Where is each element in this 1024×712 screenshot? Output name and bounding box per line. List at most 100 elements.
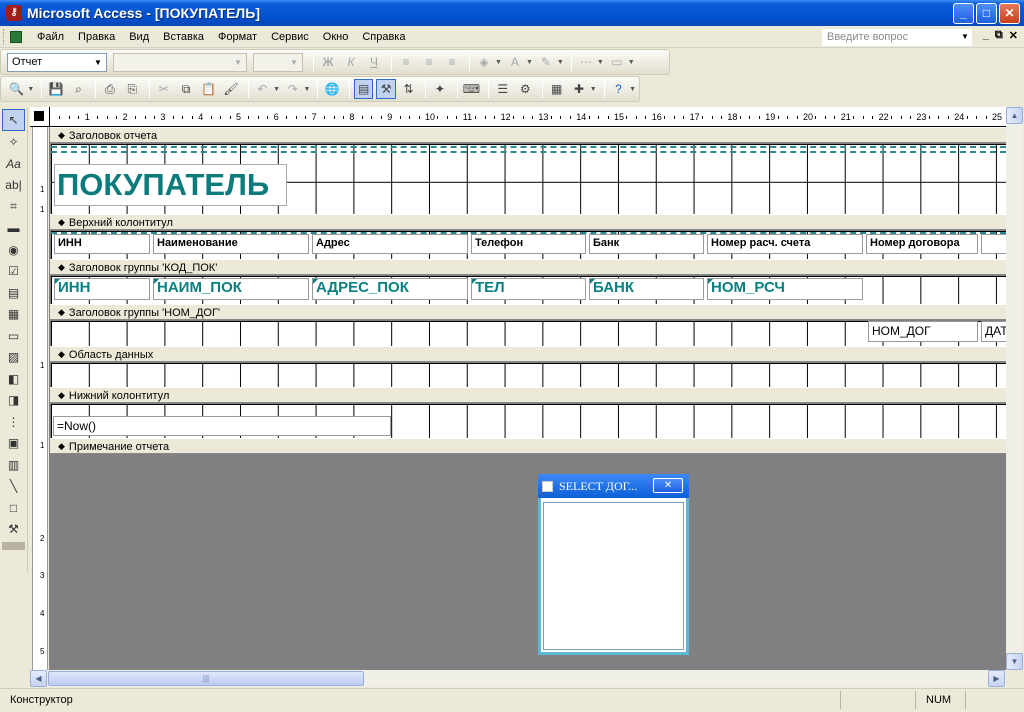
menu-format[interactable]: Формат (211, 31, 264, 43)
section-bar-page-header[interactable]: ◆ Верхний колонтитул (50, 214, 1006, 230)
properties-icon[interactable]: ☰ (493, 79, 512, 99)
undo-icon[interactable]: ↶ (253, 79, 272, 99)
subform-icon[interactable]: ▥ (0, 454, 27, 476)
ask-question-input[interactable]: Введите вопрос (822, 29, 972, 46)
font-size-combo[interactable]: ▼ (253, 52, 303, 72)
field-nom-dog[interactable]: НОМ_ДОГ (868, 321, 978, 342)
section-selector-column[interactable]: 1 1 1 1 2 3 4 5 (32, 127, 48, 670)
bold-icon[interactable]: Ж (318, 52, 338, 72)
group-kod-pok-area[interactable]: ИНН НАИМ_ПОК АДРЕС_ПОК ТЕЛ БАНК НОМ_РСЧ (51, 276, 1006, 304)
sorting-grouping-icon[interactable]: ⇅ (399, 79, 418, 99)
command-button-icon[interactable]: ▭ (0, 325, 27, 347)
redo-icon[interactable]: ↷ (283, 79, 302, 99)
menu-insert[interactable]: Вставка (156, 31, 211, 43)
print-preview-icon[interactable]: ⎘ (123, 79, 142, 99)
toggle-button-icon[interactable]: ▬ (0, 218, 27, 240)
page-header-area[interactable]: ИНН Наименование Адрес Телефон Банк Номе… (51, 231, 1006, 259)
select-objects-icon[interactable]: ↖ (2, 109, 25, 131)
build-icon[interactable]: ⚙ (516, 79, 535, 99)
border-width-icon[interactable]: ⋯ (576, 52, 596, 72)
new-object-icon[interactable]: ✚ (569, 79, 588, 99)
hyperlink-icon[interactable]: 🌐 (322, 79, 341, 99)
field-bank[interactable]: БАНК (589, 278, 704, 300)
field-list-titlebar[interactable]: SELECT ДОГ... ✕ (538, 474, 689, 498)
combo-box-icon[interactable]: ▤ (0, 282, 27, 304)
chevron-down-icon[interactable]: ▼ (287, 55, 301, 70)
toolbox-grip[interactable] (2, 542, 25, 550)
menu-tools[interactable]: Сервис (264, 31, 316, 43)
field-list-icon[interactable]: ▤ (353, 79, 374, 99)
header-label-name[interactable]: Наименование (153, 234, 309, 254)
header-label-inn[interactable]: ИНН (54, 234, 150, 254)
header-label-account[interactable]: Номер расч. счета (707, 234, 863, 254)
checkbox-tool-icon[interactable]: ☑ (0, 261, 27, 283)
report-header-area[interactable]: ПОКУПАТЕЛЬ (51, 144, 1006, 214)
horizontal-scroll-thumb[interactable]: ||| (48, 671, 364, 686)
menubar-grip[interactable] (3, 28, 6, 45)
field-list-close-button[interactable]: ✕ (653, 478, 683, 493)
unbound-object-icon[interactable]: ◧ (0, 368, 27, 390)
chevron-down-icon[interactable]: ▼ (91, 55, 105, 70)
field-tel[interactable]: ТЕЛ (471, 278, 586, 300)
page-footer-area[interactable]: =Now() (51, 404, 1006, 438)
section-bar-report-header[interactable]: ◆ Заголовок отчета (50, 127, 1006, 143)
field-list-window[interactable]: SELECT ДОГ... ✕ (538, 474, 689, 655)
paste-icon[interactable]: 📋 (199, 79, 218, 99)
scroll-right-button[interactable]: ▶ (988, 670, 1005, 687)
horizontal-ruler[interactable]: 1 2 3 4 5 6 7 8 9 10 11 12 13 14 15 16 17 18 19 20 21 22 23 24 2… (50, 107, 1006, 127)
field-adres-pok[interactable]: АДРЕС_ПОК (312, 278, 468, 300)
line-tool-icon[interactable]: ╲ (0, 476, 27, 498)
scroll-left-button[interactable]: ◀ (30, 670, 47, 687)
image-tool-icon[interactable]: ▨ (0, 347, 27, 369)
section-bar-detail[interactable]: ◆ Область данных (50, 346, 1006, 362)
scroll-up-button[interactable]: ▲ (1006, 107, 1023, 124)
chevron-down-icon[interactable]: ▼ (231, 55, 245, 70)
rectangle-tool-icon[interactable]: □ (0, 497, 27, 519)
database-window-icon[interactable]: ▦ (547, 79, 566, 99)
format-painter-icon[interactable]: 🖌 (221, 79, 240, 99)
cut-icon[interactable]: ✂ (154, 79, 173, 99)
toolbox-icon[interactable]: ⚒ (376, 79, 396, 99)
font-name-combo[interactable]: ▼ (113, 52, 247, 72)
object-combo[interactable]: Отчет ▼ (7, 52, 107, 72)
close-button[interactable]: ✕ (999, 3, 1020, 24)
minimize-button[interactable]: _ (953, 3, 974, 24)
align-center-icon[interactable]: ≡ (419, 52, 439, 72)
page-break-icon[interactable]: ⋮ (0, 411, 27, 433)
line-color-icon[interactable]: ✎ (536, 52, 556, 72)
italic-icon[interactable]: К (341, 52, 361, 72)
more-controls-icon[interactable]: ⚒ (0, 519, 27, 541)
align-left-icon[interactable]: ≡ (396, 52, 416, 72)
header-label-phone[interactable]: Телефон (471, 234, 586, 254)
font-color-icon[interactable]: A (505, 52, 525, 72)
field-list-box[interactable] (543, 502, 684, 650)
mdi-close-button[interactable]: ✕ (1009, 29, 1018, 42)
header-label-contract[interactable]: Номер договора (866, 234, 978, 254)
report-title-label[interactable]: ПОКУПАТЕЛЬ (54, 164, 287, 206)
vertical-scrollbar[interactable]: ▲ ▼ (1006, 107, 1023, 670)
label-tool-icon[interactable]: Aa (0, 153, 27, 175)
field-naim-pok[interactable]: НАИМ_ПОК (153, 278, 309, 300)
code-icon[interactable]: ⌨ (462, 79, 481, 99)
underline-icon[interactable]: Ч (364, 52, 384, 72)
chevron-down-icon[interactable]: ▼ (961, 32, 969, 41)
section-bar-page-footer[interactable]: ◆ Нижний колонтитул (50, 387, 1006, 403)
menu-edit[interactable]: Правка (71, 31, 122, 43)
group-nom-dog-area[interactable]: НОМ_ДОГ ДАТ (51, 321, 1006, 346)
copy-icon[interactable]: ⧉ (176, 79, 195, 99)
menu-file[interactable]: Файл (30, 31, 71, 43)
control-wizards-icon[interactable]: ✧ (0, 132, 27, 154)
menu-window[interactable]: Окно (316, 31, 356, 43)
help-icon[interactable]: ? (609, 79, 628, 99)
print-icon[interactable]: ⎙ (100, 79, 119, 99)
mdi-restore-button[interactable]: ⧉ (995, 29, 1003, 42)
search-icon[interactable]: ⌕ (69, 79, 88, 99)
mdi-minimize-button[interactable]: _ (983, 29, 989, 42)
header-label-bank[interactable]: Банк (589, 234, 704, 254)
list-box-icon[interactable]: ▦ (0, 304, 27, 326)
option-button-icon[interactable]: ◉ (0, 239, 27, 261)
field-nom-rsch[interactable]: НОМ_РСЧ (707, 278, 863, 300)
section-bar-group-kod-pok[interactable]: ◆ Заголовок группы 'КОД_ПОК' (50, 259, 1006, 275)
textbox-tool-icon[interactable]: ab| (0, 175, 27, 197)
special-effect-icon[interactable]: ▭ (607, 52, 627, 72)
